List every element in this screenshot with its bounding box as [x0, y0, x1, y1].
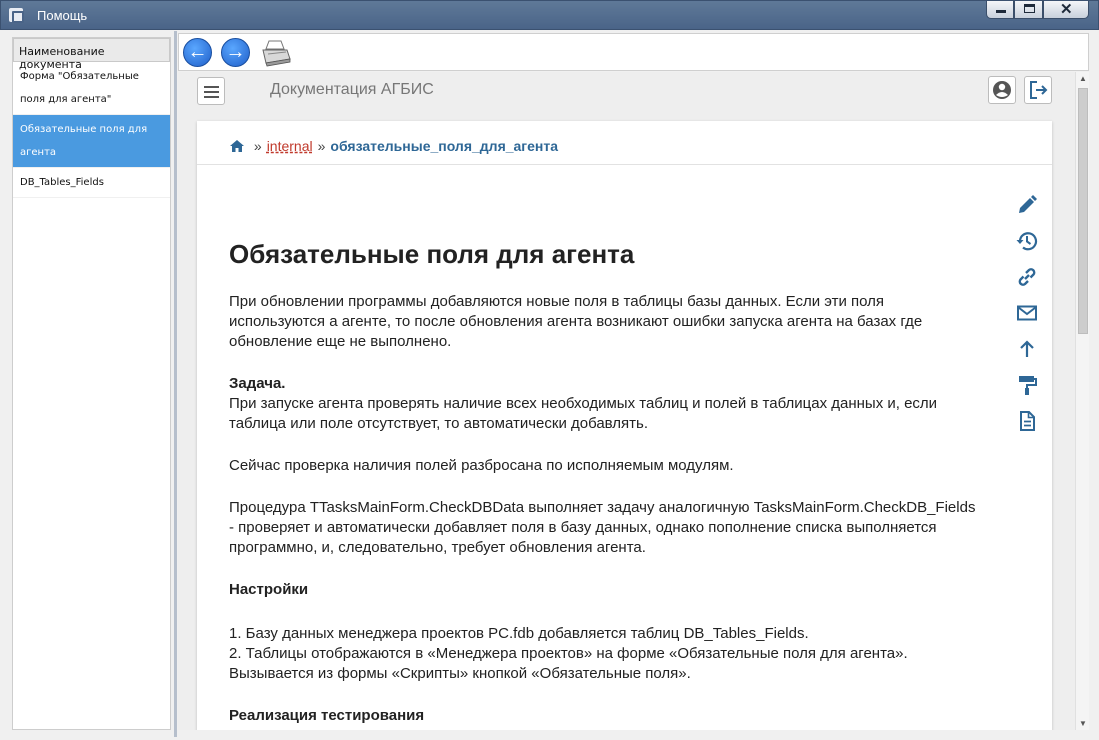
window-title: Помощь [37, 8, 88, 23]
maximize-icon [1024, 4, 1035, 13]
paragraph-current: Сейчас проверка наличия полей разбросана… [229, 457, 734, 474]
document-list-item[interactable]: Форма "Обязательные поля для агента" [13, 62, 170, 115]
history-icon[interactable] [1015, 229, 1039, 253]
settings-heading: Настройки [229, 581, 309, 598]
print-icon[interactable] [260, 39, 292, 67]
settings-line: 2. Таблицы отображаются в «Менеджера про… [229, 645, 908, 662]
user-icon [993, 81, 1011, 99]
logout-button[interactable] [1024, 76, 1052, 104]
back-button[interactable]: ← [183, 38, 212, 67]
site-title[interactable]: Документация АГБИС [270, 81, 434, 99]
app-icon [9, 8, 24, 23]
forward-button[interactable]: → [221, 38, 250, 67]
testing-heading: Реализация тестирования [229, 707, 425, 724]
document-icon[interactable] [1015, 409, 1039, 433]
arrow-right-icon: → [225, 41, 246, 63]
paragraph-settings: 1. Базу данных менеджера проектов PC.fdb… [229, 624, 979, 684]
article-body: Обязательные поля для агента При обновле… [229, 238, 979, 730]
toolbar: ← → [178, 33, 1089, 71]
maximize-button[interactable] [1014, 1, 1043, 19]
breadcrumb-separator: » [317, 138, 326, 154]
minimize-icon [996, 10, 1006, 13]
settings-line: Вызывается из формы «Скрипты» кнопкой «О… [229, 665, 691, 682]
user-button[interactable] [988, 76, 1016, 104]
article-title: Обязательные поля для агента [229, 239, 635, 269]
menu-icon [204, 86, 219, 88]
document-list-item-selected[interactable]: Обязательные поля для агента [13, 115, 170, 168]
close-icon: ✕ [1060, 1, 1073, 18]
document-list-panel: Наименование документа Форма "Обязательн… [0, 31, 176, 740]
title-bar: Помощь ✕ [0, 0, 1099, 30]
arrow-left-icon: ← [187, 41, 208, 63]
paragraph-intro: При обновлении программы добавляются нов… [229, 293, 923, 350]
logout-icon [1030, 81, 1048, 99]
document-list: Наименование документа Форма "Обязательн… [12, 37, 171, 730]
minimize-button[interactable] [986, 1, 1014, 19]
article-page: » internal» обязательные_поля_для_агента О… [197, 121, 1052, 730]
breadcrumb-link-internal[interactable]: internal [267, 138, 313, 154]
panel-splitter[interactable] [174, 31, 177, 737]
settings-line: 1. Базу данных менеджера проектов PC.fdb… [229, 625, 809, 642]
edit-icon[interactable] [1015, 193, 1039, 217]
link-icon[interactable] [1015, 265, 1039, 289]
scroll-down-icon[interactable]: ▼ [1078, 719, 1088, 728]
scroll-up-icon[interactable]: ▲ [1078, 74, 1088, 83]
help-content-viewport: Документация АГБИС » internal» обязательны… [178, 72, 1075, 730]
breadcrumb-separator: » [253, 138, 262, 154]
menu-button[interactable] [197, 77, 225, 105]
task-heading: Задача. [229, 375, 286, 392]
vertical-scrollbar[interactable]: ▲ ▼ [1075, 72, 1089, 730]
breadcrumb-current[interactable]: обязательные_поля_для_агента [330, 138, 558, 154]
top-navigation: Документация АГБИС [178, 72, 1075, 114]
arrow-up-icon[interactable] [1015, 337, 1039, 361]
close-button[interactable]: ✕ [1043, 1, 1089, 19]
mail-icon[interactable] [1015, 301, 1039, 325]
menu-icon-line [204, 96, 219, 98]
document-list-header[interactable]: Наименование документа [13, 38, 170, 71]
task-text: При запуске агента проверять наличие все… [229, 395, 938, 432]
home-icon[interactable] [229, 139, 245, 153]
breadcrumb: » internal» обязательные_поля_для_агента [197, 121, 1052, 165]
paint-roller-icon[interactable] [1015, 373, 1039, 397]
paragraph-task: Задача. При запуске агента проверять нал… [229, 374, 979, 434]
scrollbar-thumb[interactable] [1078, 88, 1088, 334]
menu-icon-line [204, 91, 219, 93]
document-list-item[interactable]: DB_Tables_Fields [13, 168, 170, 198]
paragraph-procedure: Процедура TTasksMainForm.CheckDBData вып… [229, 499, 976, 556]
